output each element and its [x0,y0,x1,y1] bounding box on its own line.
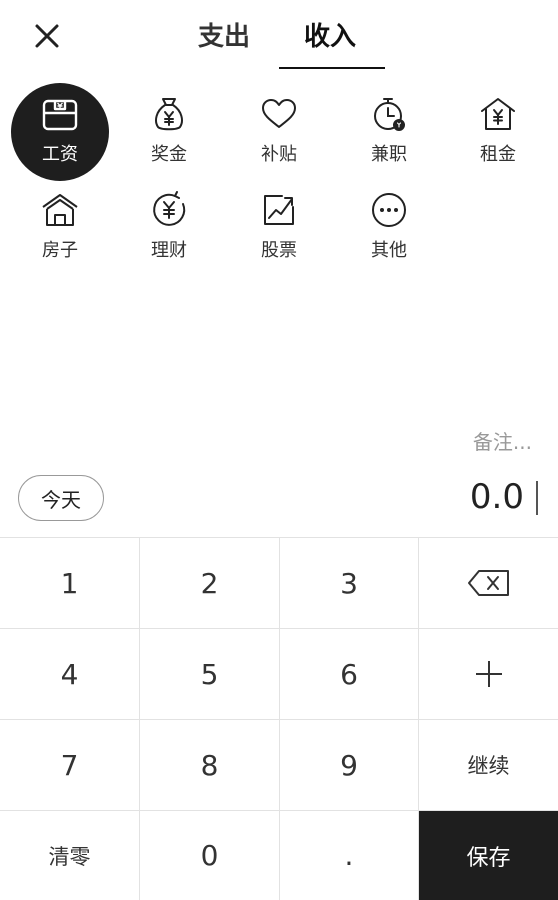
key-6[interactable]: 6 [280,629,419,720]
key-9[interactable]: 9 [280,720,419,811]
house-yen-icon [478,94,518,134]
category-part-time[interactable]: 兼职 [339,82,439,182]
category-stocks[interactable]: 股票 [229,178,329,278]
category-label: 租金 [480,144,516,165]
amount-display: 0.0 [469,477,524,517]
close-button[interactable] [28,17,66,55]
key-4[interactable]: 4 [0,629,140,720]
key-2[interactable]: 2 [140,538,280,629]
category-label: 兼职 [371,144,407,165]
key-dot[interactable]: . [280,811,419,900]
category-house[interactable]: 房子 [10,178,110,278]
plus-button[interactable] [419,629,558,720]
trend-chart-icon [259,190,299,230]
heart-icon [259,94,299,134]
text-caret [536,481,538,515]
category-rent[interactable]: 租金 [448,82,548,182]
category-label: 工资 [42,144,78,165]
key-5[interactable]: 5 [140,629,280,720]
plus-icon [475,661,502,687]
houses-icon [40,190,80,230]
category-label: 房子 [42,240,78,261]
tab-expense[interactable]: 支出 [198,16,250,53]
remark-input[interactable]: 备注... [473,426,532,455]
stopwatch-coin-icon [369,94,409,134]
active-tab-indicator [279,67,385,69]
close-icon [35,24,59,48]
category-salary[interactable]: 工资 [10,82,110,182]
key-0[interactable]: 0 [140,811,280,900]
category-label: 补贴 [261,144,297,165]
number-keypad: 1 2 3 4 5 6 7 8 9 继续 清零 0 . 保存 [0,537,558,900]
key-1[interactable]: 1 [0,538,140,629]
circle-yen-icon [149,190,189,230]
category-label: 奖金 [151,144,187,165]
key-7[interactable]: 7 [0,720,140,811]
category-label: 股票 [261,240,297,261]
category-label: 理财 [151,240,187,261]
tab-income[interactable]: 收入 [304,16,356,53]
date-button[interactable]: 今天 [18,475,104,521]
category-subsidy[interactable]: 补贴 [229,82,329,182]
category-bonus[interactable]: 奖金 [119,82,219,182]
clear-button[interactable]: 清零 [0,811,140,900]
save-button[interactable]: 保存 [419,811,558,900]
continue-button[interactable]: 继续 [419,720,558,811]
key-8[interactable]: 8 [140,720,280,811]
key-3[interactable]: 3 [280,538,419,629]
money-bag-icon [149,94,189,134]
backspace-icon [467,570,509,596]
header: 支出 收入 [0,0,558,72]
more-dots-icon [369,190,409,230]
category-other[interactable]: 其他 [339,178,439,278]
category-label: 其他 [371,240,407,261]
wallet-yen-icon [40,94,80,134]
category-finance[interactable]: 理财 [119,178,219,278]
backspace-button[interactable] [419,538,558,629]
